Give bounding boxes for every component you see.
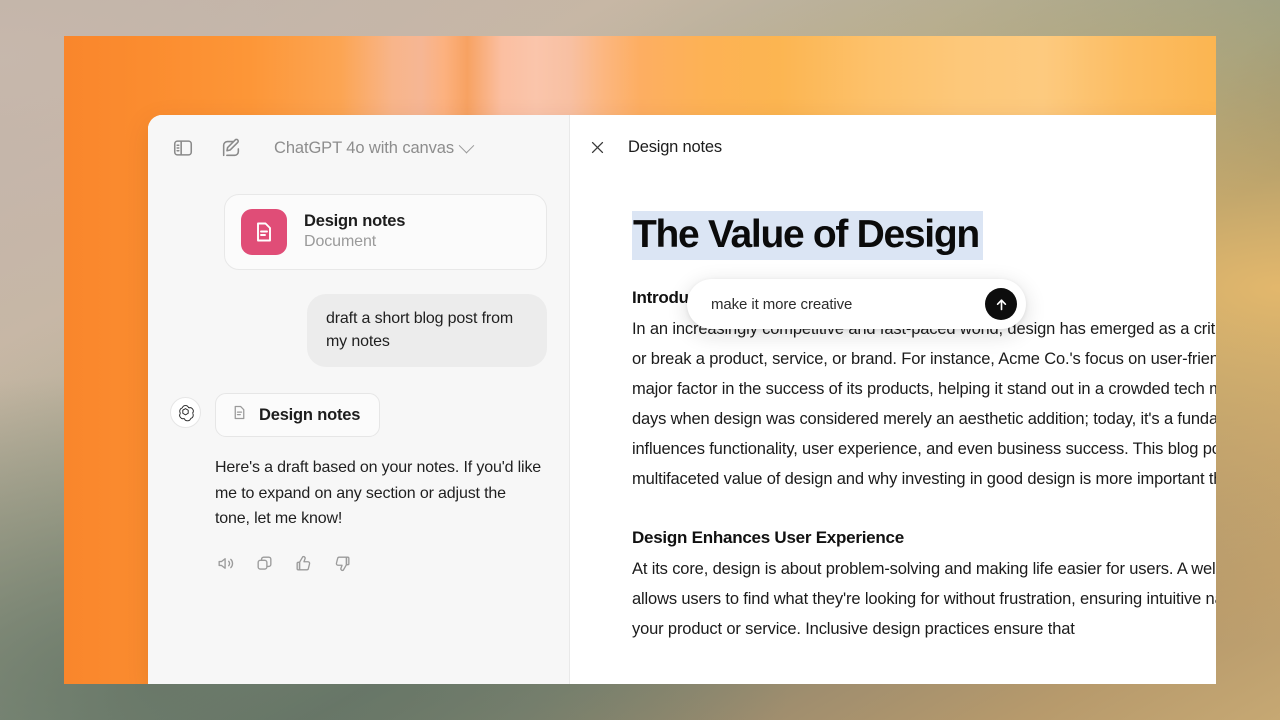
desktop-backdrop: ChatGPT 4o with canvas Design notes Docu… <box>0 0 1280 720</box>
section-body-introduction: In an increasingly competitive and fast-… <box>632 320 1216 489</box>
canvas-document-body[interactable]: The Value of Design Introduction In an i… <box>570 179 1216 644</box>
document-heading: The Value of Design <box>632 211 983 261</box>
canvas-pill-label: Design notes <box>259 405 361 424</box>
section-body-user-experience: At its core, design is about problem-sol… <box>632 560 1216 639</box>
copy-icon[interactable] <box>254 553 274 573</box>
read-aloud-icon[interactable] <box>215 553 235 573</box>
thumbs-down-icon[interactable] <box>332 553 352 573</box>
assistant-message-row: Design notes Here's a draft based on you… <box>148 367 569 573</box>
canvas-open-pill[interactable]: Design notes <box>215 393 381 438</box>
openai-logo-icon <box>170 397 201 429</box>
orange-gradient-frame: ChatGPT 4o with canvas Design notes Docu… <box>64 36 1216 684</box>
attachment-card-design-notes[interactable]: Design notes Document <box>224 194 547 270</box>
thumbs-up-icon[interactable] <box>293 553 313 573</box>
chat-topbar: ChatGPT 4o with canvas <box>148 115 569 181</box>
user-message-row: draft a short blog post from my notes <box>148 270 569 368</box>
canvas-panel: Design notes The Value of Design Introdu… <box>570 115 1216 684</box>
message-actions <box>215 553 547 573</box>
model-label: ChatGPT 4o with canvas <box>274 138 455 157</box>
compose-pencil-icon[interactable] <box>218 135 244 161</box>
sidebar-panel-icon[interactable] <box>170 135 196 161</box>
model-selector[interactable]: ChatGPT 4o with canvas <box>274 137 475 158</box>
user-message-bubble: draft a short blog post from my notes <box>307 294 547 368</box>
close-x-icon[interactable] <box>587 137 607 157</box>
send-arrow-up-button[interactable] <box>985 288 1017 320</box>
chat-panel: ChatGPT 4o with canvas Design notes Docu… <box>148 115 570 684</box>
chatgpt-app-window: ChatGPT 4o with canvas Design notes Docu… <box>148 115 1216 684</box>
attachment-subtitle: Document <box>304 233 377 251</box>
canvas-document-title: Design notes <box>628 137 722 156</box>
canvas-topbar: Design notes <box>570 115 1216 179</box>
inline-prompt-input[interactable] <box>711 295 985 313</box>
assistant-message-text: Here's a draft based on your notes. If y… <box>215 459 542 527</box>
attachment-title: Design notes <box>304 211 406 230</box>
section-heading-user-experience: Design Enhances User Experience <box>632 528 904 548</box>
document-file-icon <box>241 209 287 255</box>
document-file-icon <box>231 404 248 426</box>
inline-prompt-input-bar[interactable] <box>687 279 1026 329</box>
chevron-down-icon <box>458 137 475 153</box>
